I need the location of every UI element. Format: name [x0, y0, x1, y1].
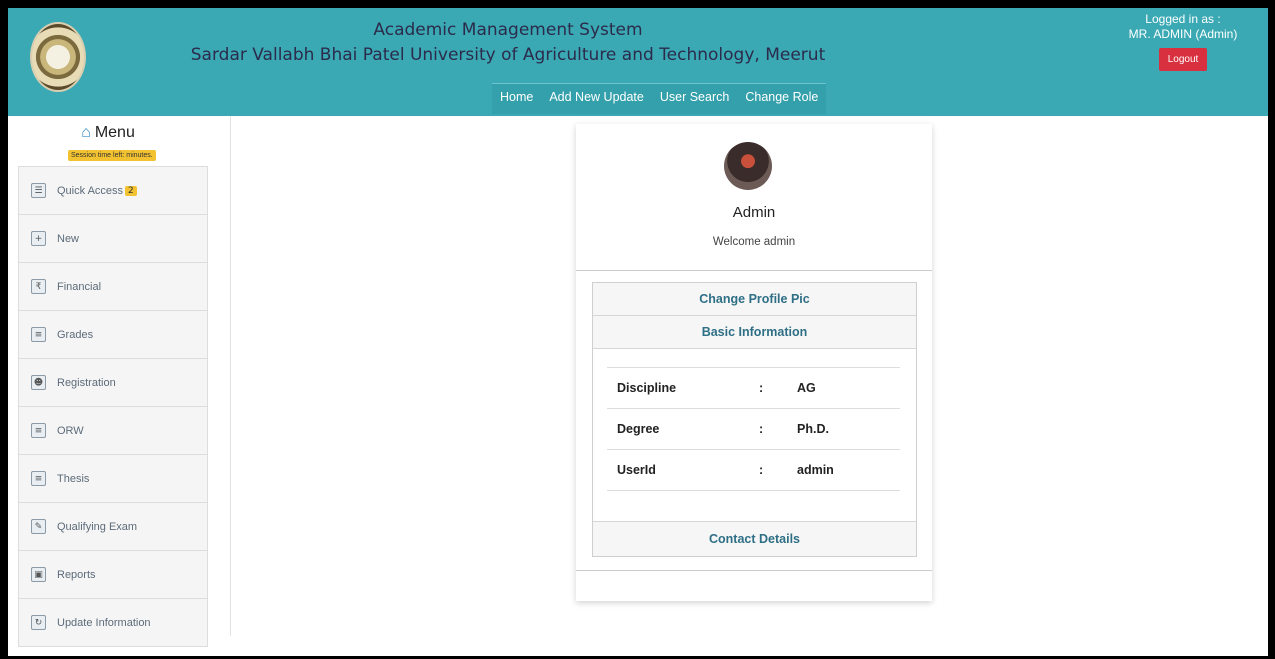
reports-icon: ▣	[31, 567, 46, 582]
sidebar-item-label: Qualifying Exam	[57, 520, 138, 533]
contact-details-header[interactable]: Contact Details	[593, 521, 916, 556]
sidebar-item-label: New	[57, 232, 80, 245]
profile-name: Admin	[732, 204, 776, 221]
nav-add-new-update[interactable]: Add New Update	[541, 84, 652, 114]
sidebar-item-registration[interactable]: ☻ Registration	[18, 359, 208, 407]
sidebar-item-reports[interactable]: ▣ Reports	[18, 551, 208, 599]
divider	[576, 270, 932, 271]
profile-card: Admin Welcome admin Change Profile Pic B…	[576, 124, 932, 601]
avatar	[724, 142, 772, 190]
nav-user-search[interactable]: User Search	[652, 84, 737, 114]
field-label: Degree	[617, 422, 660, 436]
sidebar: ⌂ Menu Session time left: minutes. ☰ Quic…	[8, 116, 231, 647]
field-separator: :	[759, 422, 764, 436]
field-label: UserId	[617, 463, 656, 477]
sidebar-item-label: Financial	[57, 280, 102, 293]
university-name: Sardar Vallabh Bhai Patel University of …	[190, 45, 826, 65]
financial-icon: ₹	[31, 279, 46, 294]
logged-in-label: Logged in as :	[1145, 12, 1221, 26]
menu-title: Menu	[94, 124, 135, 141]
field-separator: :	[759, 463, 764, 477]
sidebar-item-label: Thesis	[57, 472, 90, 485]
sidebar-item-label: ORW	[57, 424, 84, 437]
change-profile-pic-link[interactable]: Change Profile Pic	[593, 283, 916, 316]
logged-in-user: MR. ADMIN (Admin)	[1128, 27, 1238, 41]
table-row: UserId : admin	[607, 450, 900, 491]
quick-access-icon: ☰	[31, 183, 46, 198]
sidebar-item-new[interactable]: + New	[18, 215, 208, 263]
logout-button[interactable]: Logout	[1158, 48, 1208, 71]
sidebar-item-label: Reports	[57, 568, 96, 581]
header-bar: Academic Management System Sardar Vallab…	[8, 8, 1268, 116]
field-value: Ph.D.	[797, 422, 829, 436]
orw-icon: ≡	[31, 423, 46, 438]
basic-info-table: Discipline : AG Degree : Ph.D. UserId : …	[607, 367, 900, 491]
sidebar-item-label: Grades	[57, 328, 94, 341]
sidebar-item-label: Update Information	[57, 616, 151, 629]
field-label: Discipline	[617, 381, 677, 395]
quick-access-count-badge: 2	[125, 185, 137, 196]
update-information-icon: ↻	[31, 615, 46, 630]
menu-list: ☰ Quick Access 2 + New ₹ Financial ≡ Gra…	[18, 166, 208, 647]
session-timer-badge: Session time left: minutes.	[68, 150, 156, 161]
nav-change-role[interactable]: Change Role	[737, 84, 826, 114]
app-window: Academic Management System Sardar Vallab…	[8, 8, 1268, 656]
sidebar-item-quick-access[interactable]: ☰ Quick Access 2	[18, 166, 208, 215]
sidebar-item-update-information[interactable]: ↻ Update Information	[18, 599, 208, 647]
welcome-message: Welcome admin	[712, 236, 796, 248]
profile-panel: Change Profile Pic Basic Information Dis…	[592, 282, 917, 557]
menu-heading: ⌂ Menu	[8, 124, 208, 142]
registration-icon: ☻	[31, 375, 46, 390]
sidebar-item-label: Registration	[57, 376, 116, 389]
field-value: admin	[797, 463, 834, 477]
divider	[576, 570, 932, 571]
sidebar-item-qualifying-exam[interactable]: ✎ Qualifying Exam	[18, 503, 208, 551]
sidebar-item-grades[interactable]: ≡ Grades	[18, 311, 208, 359]
thesis-icon: ≡	[31, 471, 46, 486]
sidebar-item-orw[interactable]: ≡ ORW	[18, 407, 208, 455]
grades-icon: ≡	[31, 327, 46, 342]
qualifying-exam-icon: ✎	[31, 519, 46, 534]
sidebar-item-financial[interactable]: ₹ Financial	[18, 263, 208, 311]
app-title: Academic Management System	[373, 20, 643, 40]
sidebar-item-thesis[interactable]: ≡ Thesis	[18, 455, 208, 503]
login-info: Logged in as : MR. ADMIN (Admin) Logout	[1098, 12, 1268, 71]
table-row: Degree : Ph.D.	[607, 409, 900, 450]
top-nav: Home Add New Update User Search Change R…	[492, 83, 827, 114]
nav-home[interactable]: Home	[492, 84, 541, 114]
basic-information-header[interactable]: Basic Information	[593, 316, 916, 349]
sidebar-item-label: Quick Access	[57, 184, 124, 197]
table-row: Discipline : AG	[607, 368, 900, 409]
field-value: AG	[797, 381, 816, 395]
field-separator: :	[759, 381, 764, 395]
new-icon: +	[31, 231, 46, 246]
home-icon: ⌂	[81, 124, 91, 141]
